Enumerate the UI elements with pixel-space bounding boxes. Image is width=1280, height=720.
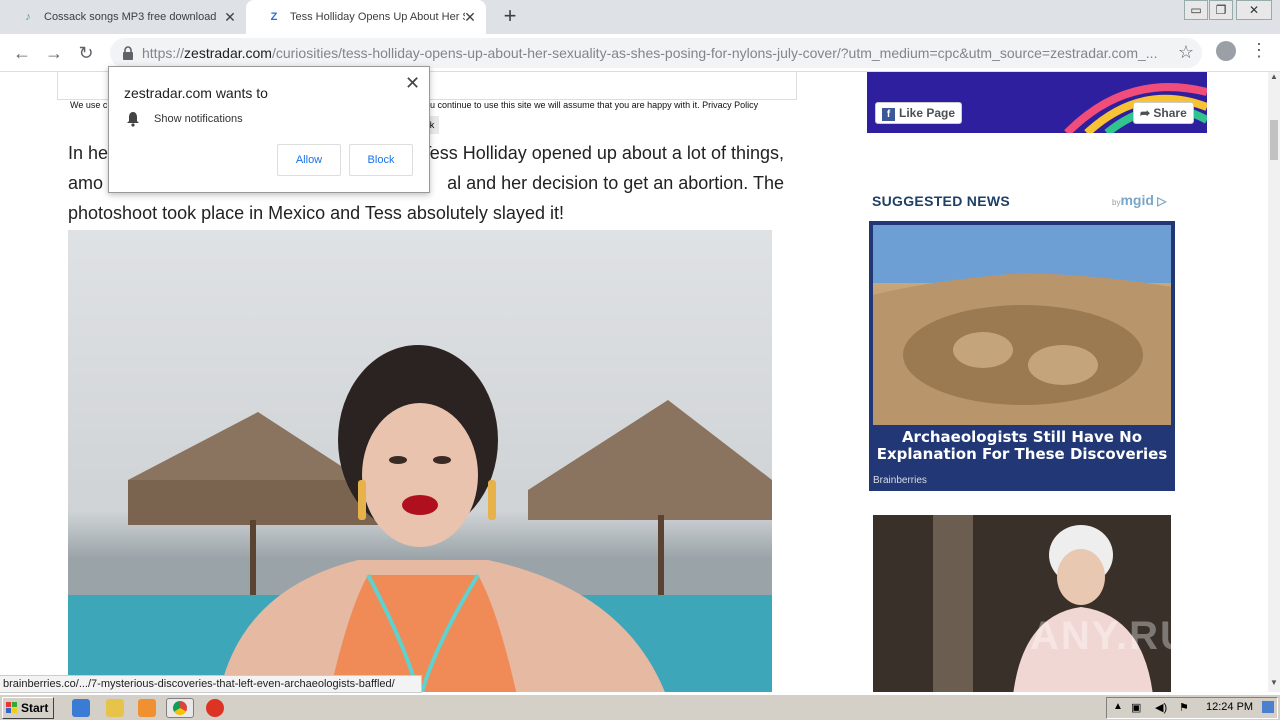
url-text: https://zestradar.com/curiosities/tess-h… xyxy=(142,45,1162,61)
bookmark-star-icon[interactable]: ☆ xyxy=(1178,42,1194,63)
windows-taskbar: Start ▲ ▣ ◀) ⚑ 12:24 PM xyxy=(0,694,1280,720)
allow-button[interactable]: Allow xyxy=(277,144,341,176)
mgid-logo-text: mgid xyxy=(1120,192,1154,208)
popup-title: zestradar.com wants to xyxy=(124,85,268,101)
photo-illustration xyxy=(68,345,772,692)
scroll-up-icon[interactable]: ▲ xyxy=(1268,72,1280,84)
adchoices-icon: ▷ xyxy=(1153,194,1167,208)
tab-close-icon[interactable]: ✕ xyxy=(222,9,238,25)
cookie-notice-right: u continue to use this site we will assu… xyxy=(430,100,759,110)
forward-icon[interactable]: → xyxy=(42,41,66,65)
card-source: Brainberries xyxy=(873,475,927,486)
block-button[interactable]: Block xyxy=(349,144,413,176)
menu-kebab-icon[interactable]: ⋮ xyxy=(1250,40,1268,61)
tab-tess-holliday[interactable]: Z Tess Holliday Opens Up About Her S ✕ xyxy=(246,0,486,34)
facebook-share-label: Share xyxy=(1153,106,1187,120)
suggested-news-card[interactable]: Archaeologists Still Have No Explanation… xyxy=(869,221,1175,491)
file-explorer-icon[interactable] xyxy=(106,699,124,717)
tab-cossack-songs[interactable]: ♪ Cossack songs MP3 free download a ✕ xyxy=(0,0,246,34)
suggested-news-heading: SUGGESTED NEWS xyxy=(872,193,1010,209)
back-icon[interactable]: ← xyxy=(10,41,34,65)
card-caption: Archaeologists Still Have No Explanation… xyxy=(876,428,1168,463)
profile-avatar-icon[interactable] xyxy=(1216,41,1236,61)
share-icon: ➦ xyxy=(1140,106,1154,120)
restore-icon[interactable]: ❐ xyxy=(1209,0,1233,20)
start-label: Start xyxy=(21,701,49,715)
tab-favicon-icon: ♪ xyxy=(25,11,31,23)
photo-illustration xyxy=(873,515,1171,692)
suggested-news-card-2[interactable] xyxy=(873,515,1171,692)
article-text-line2-right: al and her decision to get an abortion. … xyxy=(447,173,784,193)
start-button[interactable]: Start xyxy=(2,697,54,719)
tray-expand-icon[interactable]: ▲ xyxy=(1113,701,1123,712)
scroll-down-icon[interactable]: ▼ xyxy=(1268,678,1280,690)
mgid-logo[interactable]: bymgid ▷ xyxy=(1112,192,1166,208)
scrollbar-thumb[interactable] xyxy=(1270,120,1278,160)
article-text-line2-left: amo xyxy=(68,173,104,193)
url-scheme: https:// xyxy=(142,45,185,61)
internet-explorer-icon[interactable] xyxy=(72,699,90,717)
article-text-line1-left: In he xyxy=(68,143,109,163)
opera-icon[interactable] xyxy=(206,699,224,717)
popup-close-icon[interactable]: ✕ xyxy=(405,73,420,94)
media-player-icon[interactable] xyxy=(138,699,156,717)
network-icon[interactable]: ▣ xyxy=(1131,701,1141,714)
address-bar[interactable]: https://zestradar.com/curiosities/tess-h… xyxy=(110,38,1202,68)
article-text-line3: photoshoot took place in Mexico and Tess… xyxy=(68,203,564,223)
facebook-icon: f xyxy=(882,108,895,121)
popup-permission-text: Show notifications xyxy=(154,113,243,125)
notification-permission-popup: zestradar.com wants to ✕ Show notificati… xyxy=(108,66,430,193)
facebook-like-button[interactable]: f Like Page xyxy=(875,102,963,124)
new-tab-icon[interactable]: + xyxy=(498,5,522,29)
page-scrollbar[interactable]: ▲ ▼ xyxy=(1268,72,1280,692)
tab-title: Tess Holliday Opens Up About Her S xyxy=(290,11,465,23)
bell-icon xyxy=(127,112,139,127)
url-path: /curiosities/tess-holliday-opens-up-abou… xyxy=(271,45,1158,61)
facebook-share-button[interactable]: ➦ Share xyxy=(1133,102,1194,124)
tab-strip: ♪ Cossack songs MP3 free download a ✕ Z … xyxy=(0,0,1280,34)
minimize-icon[interactable]: ▭ xyxy=(1184,0,1208,20)
article-hero-photo xyxy=(68,230,772,692)
article-text-line1-right: Tess Holliday opened up about a lot of t… xyxy=(420,143,784,163)
window-close-icon[interactable]: ✕ xyxy=(1236,0,1272,20)
facebook-like-label: Like Page xyxy=(899,106,956,120)
chrome-logo-icon xyxy=(173,701,187,715)
tab-title: Cossack songs MP3 free download a xyxy=(44,11,219,23)
lock-icon xyxy=(123,46,133,60)
flag-icon[interactable]: ⚑ xyxy=(1179,701,1189,714)
taskbar-clock[interactable]: 12:24 PM xyxy=(1206,701,1253,713)
link-status-bubble: brainberries.co/.../7-mysterious-discove… xyxy=(0,675,422,693)
facebook-banner: f Like Page ➦ Share xyxy=(867,72,1207,133)
photo-illustration xyxy=(873,225,1171,425)
show-desktop-icon[interactable] xyxy=(1262,701,1274,713)
windows-logo-icon xyxy=(6,702,17,713)
archaeology-photo xyxy=(873,225,1171,425)
zestradar-favicon-icon: Z xyxy=(270,11,278,23)
watermark-text: ANY.RUN xyxy=(1030,614,1222,658)
tab-close-icon[interactable]: ✕ xyxy=(462,9,478,25)
volume-icon[interactable]: ◀) xyxy=(1155,701,1167,714)
url-host: zestradar.com xyxy=(184,45,272,61)
chrome-taskbar-icon[interactable] xyxy=(166,698,194,718)
reload-icon[interactable]: ↻ xyxy=(74,41,98,65)
cookie-notice-left: We use c xyxy=(70,100,108,110)
